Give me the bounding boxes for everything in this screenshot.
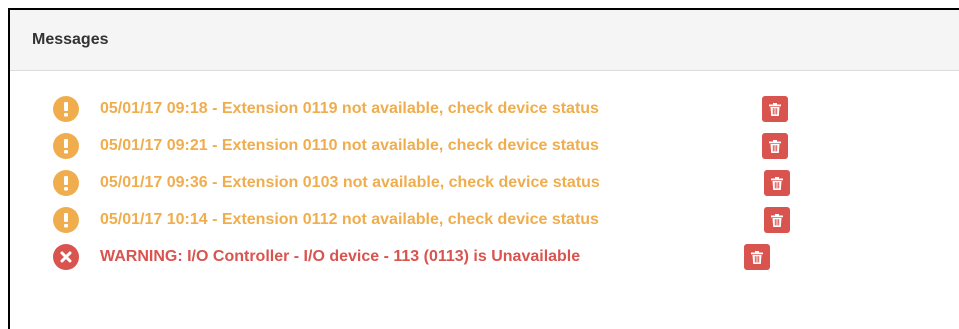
- trash-icon: [769, 102, 781, 116]
- panel-title: Messages: [32, 31, 109, 48]
- messages-panel: Messages 05/01/17 09:18 - Extension 0119…: [8, 8, 959, 329]
- delete-message-button[interactable]: [764, 207, 790, 233]
- message-item: 05/01/17 10:14 - Extension 0112 not avai…: [53, 201, 959, 238]
- messages-list: 05/01/17 09:18 - Extension 0119 not avai…: [10, 71, 959, 275]
- panel-header: Messages: [10, 10, 959, 71]
- exclamation-circle-icon: [53, 169, 79, 196]
- trash-icon: [751, 250, 763, 264]
- trash-icon: [769, 139, 781, 153]
- exclamation-circle-icon: [53, 95, 79, 122]
- message-text: 05/01/17 10:14 - Extension 0112 not avai…: [100, 210, 599, 228]
- message-item: WARNING: I/O Controller - I/O device - 1…: [53, 238, 959, 275]
- message-item: 05/01/17 09:18 - Extension 0119 not avai…: [53, 90, 959, 127]
- exclamation-circle-icon: [53, 206, 79, 233]
- message-text: 05/01/17 09:21 - Extension 0110 not avai…: [100, 136, 599, 154]
- trash-icon: [771, 176, 783, 190]
- delete-message-button[interactable]: [744, 244, 770, 270]
- exclamation-circle-icon: [53, 132, 79, 159]
- trash-icon: [771, 213, 783, 227]
- message-item: 05/01/17 09:21 - Extension 0110 not avai…: [53, 127, 959, 164]
- message-item: 05/01/17 09:36 - Extension 0103 not avai…: [53, 164, 959, 201]
- times-circle-icon: [53, 243, 79, 270]
- message-text: 05/01/17 09:18 - Extension 0119 not avai…: [100, 99, 599, 117]
- delete-message-button[interactable]: [762, 96, 788, 122]
- delete-message-button[interactable]: [762, 133, 788, 159]
- message-text: WARNING: I/O Controller - I/O device - 1…: [100, 247, 581, 265]
- delete-message-button[interactable]: [764, 170, 790, 196]
- message-text: 05/01/17 09:36 - Extension 0103 not avai…: [100, 173, 600, 191]
